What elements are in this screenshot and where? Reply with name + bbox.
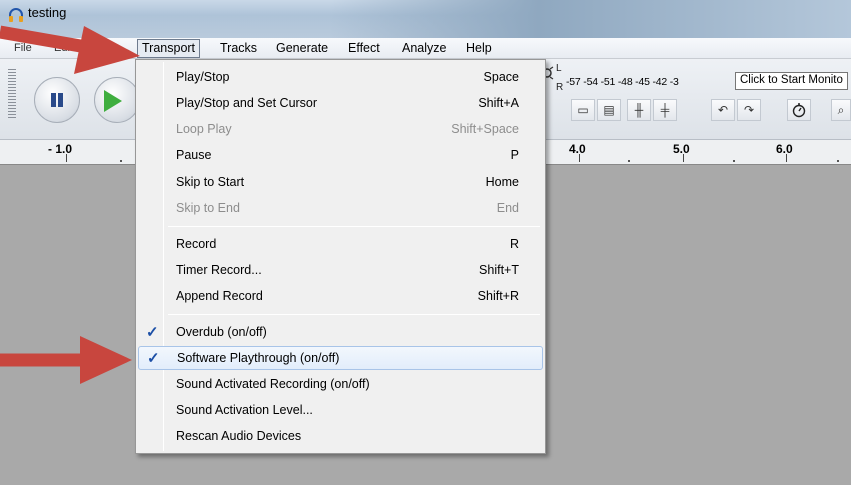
menu-item-pause[interactable]: Pause P [138,144,543,168]
ruler-tick [683,154,684,162]
redo-icon: ↷ [743,103,755,117]
menu-item-shortcut: R [509,237,519,251]
menu-item-skip-to-end: Skip to End End [138,197,543,221]
menu-item-shortcut: Space [483,70,519,84]
menu-item-software-playthrough[interactable]: ✓ Software Playthrough (on/off) [138,346,543,370]
ruler-label: 5.0 [673,142,690,156]
menu-item-shortcut: End [496,201,519,215]
ruler-label: 4.0 [569,142,586,156]
menu-item-shortcut: Shift+A [478,96,519,110]
ruler-label: 6.0 [776,142,793,156]
play-icon [104,90,122,112]
annotation-arrow-menu [0,25,140,74]
menu-item-label: Timer Record... [176,263,262,277]
menu-separator [168,226,540,227]
ruler-label: - 1.0 [48,142,73,156]
check-icon: ✓ [147,350,160,367]
menu-item-record[interactable]: Record R [138,233,543,257]
copy-tool[interactable]: ▭ [571,99,595,121]
silence-icon: ╪ [660,103,670,117]
menu-item-label: Record [176,237,217,251]
ruler-tick [66,154,67,162]
menu-item-label: Software Playthrough (on/off) [177,351,340,365]
copy-icon: ▭ [577,103,589,117]
ruler-dot [628,160,630,162]
ruler-dot [120,160,122,162]
meter-scale[interactable]: -57 -54 -51 -48 -45 -42 -3 [566,76,679,88]
paste-icon: ▤ [603,103,615,117]
trim-icon: ╫ [634,103,644,117]
undo-icon: ↶ [717,103,729,117]
menu-item-loop-play: Loop Play Shift+Space [138,118,543,142]
meter-right-label: R [556,82,564,93]
ruler-tick [579,154,580,162]
paste-tool[interactable]: ▤ [597,99,621,121]
meter-tooltip: Click to Start Monito [735,72,848,90]
zoom-tool[interactable]: ⌕ [831,99,851,121]
menu-item-label: Skip to End [176,201,240,215]
menu-item-skip-to-start[interactable]: Skip to Start Home [138,171,543,195]
menu-item-label: Sound Activated Recording (on/off) [176,377,370,391]
menu-item-label: Play/Stop and Set Cursor [176,96,318,110]
menu-item-label: Append Record [176,289,263,303]
ruler-dot [837,160,839,162]
silence-tool[interactable]: ╪ [653,99,677,121]
menu-item-shortcut: Home [485,175,519,189]
annotation-arrow-playthrough [0,336,132,384]
menu-item-overdub[interactable]: ✓ Overdub (on/off) [138,321,543,345]
title-bar-glow [330,0,851,38]
menu-separator [168,314,540,315]
menu-effect[interactable]: Effect [344,40,384,57]
menu-item-label: Overdub (on/off) [176,325,267,339]
menu-help[interactable]: Help [462,40,496,57]
menu-item-label: Play/Stop [176,70,230,84]
trim-tool[interactable]: ╫ [627,99,651,121]
menu-analyze[interactable]: Analyze [398,40,450,57]
menu-item-shortcut: Shift+Space [451,122,519,136]
menu-item-rescan-audio-devices[interactable]: Rescan Audio Devices [138,425,543,449]
redo-button[interactable]: ↷ [737,99,761,121]
menu-tracks[interactable]: Tracks [216,40,261,57]
stopwatch-icon [792,103,806,118]
menu-item-shortcut: Shift+R [477,289,519,303]
menu-item-sound-activation-level[interactable]: Sound Activation Level... [138,399,543,423]
menu-item-append-record[interactable]: Append Record Shift+R [138,285,543,309]
menu-item-play-stop[interactable]: Play/Stop Space [138,66,543,90]
undo-button[interactable]: ↶ [711,99,735,121]
window-title: testing [28,5,67,20]
menu-item-timer-record[interactable]: Timer Record... Shift+T [138,259,543,283]
menu-generate[interactable]: Generate [272,40,332,57]
ruler-tick [786,154,787,162]
menu-item-label: Skip to Start [176,175,245,189]
menu-item-shortcut: P [510,148,519,162]
menu-item-shortcut: Shift+T [479,263,519,277]
menu-item-label: Rescan Audio Devices [176,429,302,443]
meter-left-label: L [556,63,562,74]
menu-item-label: Pause [176,148,212,162]
ruler-dot [733,160,735,162]
menu-item-play-stop-set-cursor[interactable]: Play/Stop and Set Cursor Shift+A [138,92,543,116]
menu-item-sound-activated-recording[interactable]: Sound Activated Recording (on/off) [138,373,543,397]
transport-menu: Play/Stop Space Play/Stop and Set Cursor… [135,59,546,454]
magnifier-icon: ⌕ [837,103,845,117]
check-icon: ✓ [146,324,159,341]
menu-item-label: Sound Activation Level... [176,403,313,417]
menu-item-label: Loop Play [176,122,232,136]
timer-button[interactable] [787,99,811,121]
pause-icon [50,93,64,107]
